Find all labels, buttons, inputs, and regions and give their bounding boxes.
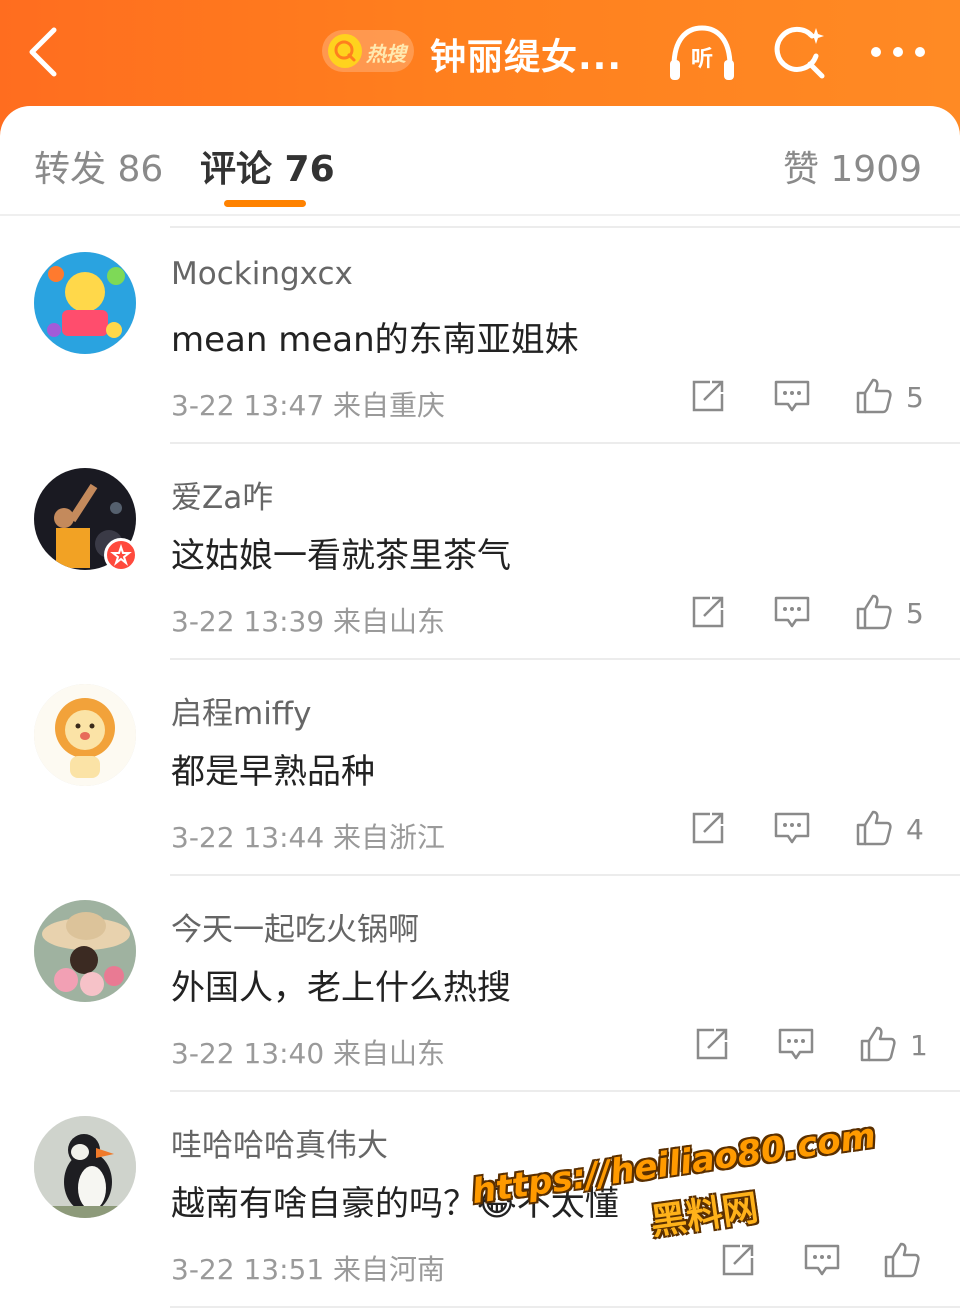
- comment-username[interactable]: 哇哈哈哈真伟大: [171, 1120, 388, 1165]
- listen-label: 听: [691, 47, 713, 72]
- comment-text: 都是早熟品种: [171, 752, 375, 792]
- tab-bar: 转发 86 评论 76 赞 1909: [0, 106, 960, 216]
- thumbs-up-icon: [860, 1026, 896, 1062]
- like-count: 5: [906, 381, 924, 414]
- like-count: 4: [906, 813, 924, 846]
- comment-meta: 3-22 13:51 来自河南: [171, 1253, 446, 1286]
- divider: [170, 1306, 960, 1308]
- thumbs-up-icon: [856, 810, 892, 846]
- reply-button[interactable]: [776, 1024, 816, 1064]
- share-icon: [692, 596, 724, 628]
- listen-button[interactable]: 听: [664, 22, 740, 84]
- avatar[interactable]: [34, 684, 136, 786]
- comment-text: 外国人，老上什么热搜: [171, 968, 511, 1008]
- comment-meta: 3-22 13:39 来自山东: [171, 605, 446, 638]
- avatar[interactable]: [34, 252, 136, 354]
- tab-repost[interactable]: 转发 86: [34, 140, 163, 192]
- tab-like[interactable]: 赞 1909: [783, 140, 922, 192]
- comment-icon: [774, 380, 810, 412]
- comment-username[interactable]: 今天一起吃火锅啊: [171, 904, 419, 949]
- avatar-image: [34, 900, 136, 1002]
- share-button[interactable]: [692, 1024, 732, 1064]
- hot-search-label: 热搜: [366, 42, 406, 66]
- thumbs-up-icon: [856, 594, 892, 630]
- reply-button[interactable]: [772, 592, 812, 632]
- hot-search-badge[interactable]: 热搜: [322, 30, 414, 72]
- comment-item: 今天一起吃火锅啊 外国人，老上什么热搜 3-22 13:40 来自山东 1: [0, 876, 960, 1092]
- like-count: 1: [910, 1029, 928, 1062]
- comment-meta: 3-22 13:47 来自重庆: [171, 389, 446, 422]
- more-button[interactable]: [868, 40, 928, 64]
- comment-item: Mockingxcx mean mean的东南亚姐妹 3-22 13:47 来自…: [0, 228, 960, 444]
- share-icon: [692, 812, 724, 844]
- watermark-name: 黑料网: [648, 1187, 761, 1244]
- comment-item: 启程miffy 都是早熟品种 3-22 13:44 来自浙江 4: [0, 660, 960, 876]
- comment-text: mean mean的东南亚姐妹: [171, 320, 579, 360]
- share-button[interactable]: [688, 376, 728, 416]
- like-button[interactable]: [854, 808, 894, 848]
- reply-button[interactable]: [772, 808, 812, 848]
- comment-meta: 3-22 13:44 来自浙江: [171, 821, 446, 854]
- avatar-image: [34, 1116, 136, 1218]
- verified-badge-icon: [104, 538, 138, 572]
- comment-icon: [774, 596, 810, 628]
- like-count: 5: [906, 597, 924, 630]
- avatar-image: [34, 684, 136, 786]
- comment-username[interactable]: 爱Za咋: [171, 472, 273, 517]
- like-button[interactable]: [858, 1024, 898, 1064]
- avatar[interactable]: [34, 1116, 136, 1218]
- headphones-icon: 听: [670, 25, 734, 80]
- comment-icon: [778, 1028, 814, 1060]
- thumbs-up-icon: [856, 378, 892, 414]
- reply-button[interactable]: [772, 376, 812, 416]
- comment-text: 这姑娘一看就茶里茶气: [171, 536, 511, 576]
- like-button[interactable]: [854, 592, 894, 632]
- more-dots-icon: [871, 47, 925, 57]
- search-button[interactable]: [770, 22, 830, 82]
- comment-icon: [774, 812, 810, 844]
- comment-meta: 3-22 13:40 来自山东: [171, 1037, 446, 1070]
- share-icon: [696, 1028, 728, 1060]
- search-hot-icon: [328, 34, 362, 68]
- back-button[interactable]: [24, 24, 64, 80]
- search-sparkle-icon: [774, 26, 825, 79]
- avatar-image: [34, 252, 136, 354]
- comment-item: 爱Za咋 这姑娘一看就茶里茶气 3-22 13:39 来自山东 5: [0, 444, 960, 660]
- active-tab-indicator: [224, 200, 306, 207]
- topic-title[interactable]: 钟丽缇女...: [430, 28, 622, 80]
- share-button[interactable]: [688, 592, 728, 632]
- watermark: https://heiliao80.com 黑料网: [469, 1108, 900, 1248]
- chevron-left-icon: [29, 27, 57, 77]
- like-button[interactable]: [854, 376, 894, 416]
- comment-username[interactable]: Mockingxcx: [171, 256, 353, 292]
- share-icon: [692, 380, 724, 412]
- avatar[interactable]: [34, 900, 136, 1002]
- tab-comment[interactable]: 评论 76: [200, 140, 335, 192]
- share-button[interactable]: [688, 808, 728, 848]
- tabs-divider: [0, 214, 960, 216]
- comment-username[interactable]: 启程miffy: [171, 688, 312, 733]
